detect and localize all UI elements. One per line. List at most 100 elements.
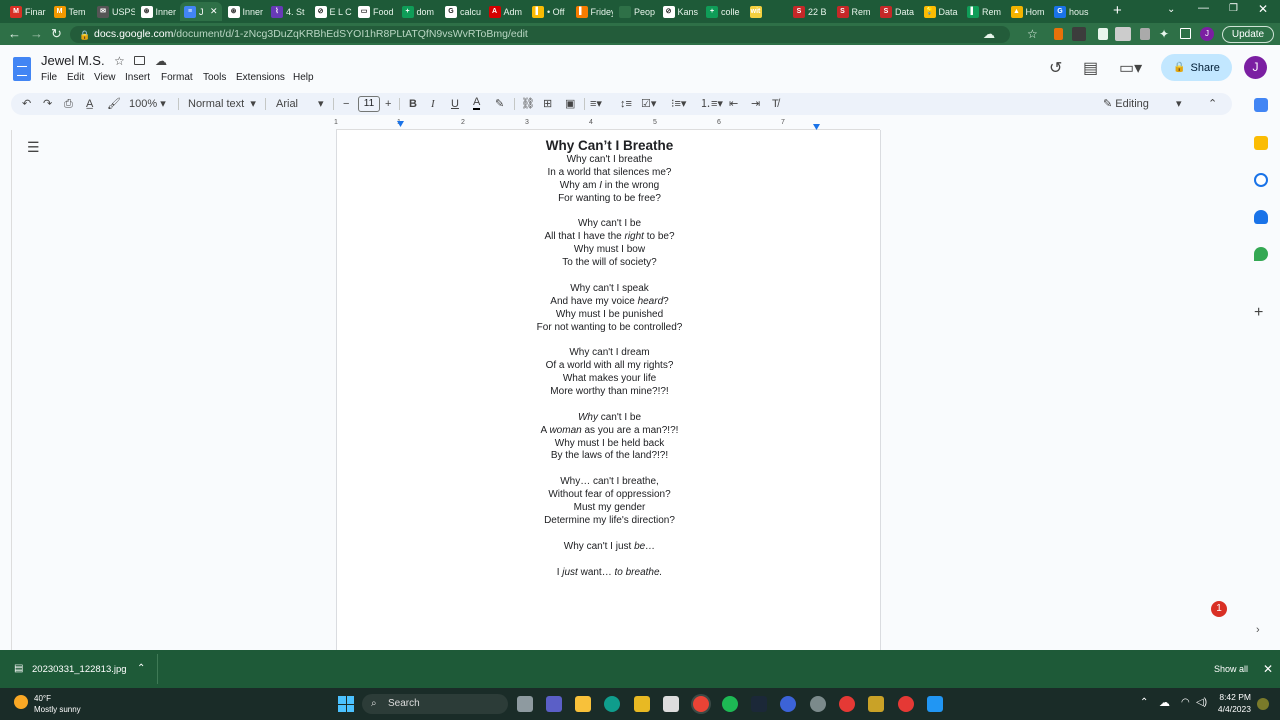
browser-tab[interactable]: A Adm (485, 2, 527, 21)
beta-extension-icon[interactable] (1072, 27, 1086, 41)
tab-search-icon[interactable]: ⌄ (1167, 4, 1175, 15)
editing-mode-select[interactable]: ✎ Editing (1103, 97, 1149, 111)
contacts-icon[interactable] (1254, 210, 1268, 224)
puzzle-icon[interactable]: ✦ (1159, 27, 1169, 41)
menu-file[interactable]: File (41, 72, 57, 83)
decrease-font-size-button[interactable]: − (343, 97, 349, 111)
account-avatar[interactable]: J (1244, 56, 1267, 79)
menu-insert[interactable]: Insert (125, 72, 150, 83)
horizontal-ruler[interactable]: 11234567 (334, 119, 880, 130)
browser-tab[interactable]: M Tem (50, 2, 92, 21)
close-window-icon[interactable]: ✕ (1258, 2, 1268, 16)
weather-temp[interactable]: 40°F (34, 694, 51, 703)
download-file-name[interactable]: 20230331_122813.jpg (32, 664, 127, 675)
extension-icon[interactable] (1140, 28, 1150, 40)
wifi-icon[interactable]: ◠ (1181, 697, 1190, 708)
forward-icon[interactable]: → (30, 27, 43, 41)
italic-icon[interactable]: I (431, 97, 435, 111)
browser-tab[interactable]: ▲ Hom (1007, 2, 1049, 21)
increase-indent-icon[interactable]: ⇥ (751, 97, 760, 111)
share-button[interactable]: 🔒 Share (1161, 54, 1232, 81)
paint-format-icon[interactable]: 🖌 (107, 97, 121, 111)
calendar-icon[interactable] (1254, 98, 1268, 112)
menu-extensions[interactable]: Extensions (236, 72, 285, 83)
checklist-icon[interactable]: ☑▾ (641, 97, 656, 111)
print-icon[interactable]: ⎙ (64, 97, 73, 111)
tasks-icon[interactable] (1254, 173, 1268, 187)
menu-view[interactable]: View (94, 72, 116, 83)
profile-avatar[interactable]: J (1200, 27, 1214, 41)
clock-time[interactable]: 8:42 PM (1213, 692, 1251, 702)
browser-tab[interactable]: S 22 B (789, 2, 831, 21)
browser-tab[interactable]: ⊛ Inner (224, 2, 266, 21)
style-select[interactable]: Normal text ▾ (188, 97, 256, 111)
align-icon[interactable]: ≡▾ (590, 97, 602, 111)
bookmark-star-icon[interactable]: ☆ (1027, 27, 1038, 41)
meet-icon[interactable]: ▭▾ (1119, 58, 1142, 78)
increase-font-size-button[interactable]: + (385, 97, 391, 111)
star-icon[interactable]: ☆ (114, 54, 125, 68)
address-bar[interactable]: 🔒 docs.google.com/document/d/1-zNcg3DuZq… (70, 26, 1010, 43)
undo-icon[interactable]: ↶ (22, 97, 31, 111)
browser-tab[interactable]: S Rem (833, 2, 875, 21)
zoom-select[interactable]: 100% ▾ (129, 97, 166, 111)
bold-icon[interactable]: B (409, 97, 417, 111)
browser-tab[interactable]: ✉ USPS (93, 2, 135, 21)
document-title[interactable]: Jewel M.S. (41, 53, 105, 68)
chevron-down-icon[interactable]: ▾ (1176, 97, 1182, 111)
chevron-right-icon[interactable]: › (1256, 624, 1260, 636)
taskbar-search[interactable]: ⌕ Search (362, 694, 508, 714)
menu-tools[interactable]: Tools (203, 72, 226, 83)
extension-icon[interactable] (1054, 28, 1063, 40)
windows-start-icon[interactable] (338, 696, 354, 712)
decrease-indent-icon[interactable]: ⇤ (729, 97, 738, 111)
bulleted-list-icon[interactable]: ⁝≡▾ (671, 97, 686, 111)
browser-tab[interactable]: ▌ • Off (528, 2, 570, 21)
spellcheck-icon[interactable]: A̲ (86, 97, 93, 111)
menu-help[interactable]: Help (293, 72, 314, 83)
browser-tab[interactable]: ⊛ Inner (137, 2, 179, 21)
browser-tab[interactable]: S Data (876, 2, 918, 21)
comments-icon[interactable]: ▤ (1083, 58, 1098, 78)
weather-desc[interactable]: Mostly sunny (34, 705, 81, 714)
clock-date[interactable]: 4/4/2023 (1205, 704, 1251, 714)
chrome-icon[interactable] (693, 696, 709, 712)
chevron-up-icon[interactable]: ⌃ (1140, 697, 1148, 708)
update-button[interactable]: Update (1222, 26, 1274, 43)
redo-icon[interactable]: ↷ (43, 97, 52, 111)
settings-gear-icon[interactable] (810, 696, 826, 712)
add-comment-icon[interactable]: ⊞ (543, 97, 552, 111)
browser-tab[interactable]: Gcalcu (441, 2, 483, 21)
notifications-icon[interactable] (1257, 698, 1269, 710)
store-icon[interactable] (663, 696, 679, 712)
teams-icon[interactable] (546, 696, 562, 712)
app-icon[interactable] (898, 696, 914, 712)
keep-icon[interactable] (1254, 136, 1268, 150)
browser-tab[interactable]: + colle (702, 2, 744, 21)
file-explorer-icon[interactable] (575, 696, 591, 712)
browser-tab[interactable]: Peop (615, 2, 657, 21)
browser-tab[interactable]: Ghous (1050, 2, 1092, 21)
browser-tab[interactable]: M Finar (6, 2, 48, 21)
insert-image-icon[interactable]: ▣ (565, 97, 575, 111)
browser-tab[interactable]: 💡 Data (920, 2, 962, 21)
move-folder-icon[interactable] (134, 56, 145, 65)
document-page[interactable]: Why Can’t I Breathe Why can't I breathe I… (336, 130, 881, 650)
app-icon[interactable] (780, 696, 796, 712)
onedrive-icon[interactable]: ☁ (1159, 696, 1170, 709)
underline-icon[interactable]: U (451, 97, 459, 111)
hide-menus-icon[interactable]: ⌃ (1208, 97, 1217, 111)
app-icon[interactable] (634, 696, 650, 712)
browser-tab[interactable]: ⊘ E L C (311, 2, 353, 21)
extension-icon[interactable] (1098, 28, 1108, 40)
clear-formatting-icon[interactable]: T̸ (772, 97, 779, 111)
weather-icon[interactable] (14, 695, 28, 709)
line-spacing-icon[interactable]: ↕≡ (620, 97, 632, 111)
close-tab-icon[interactable]: ✕ (210, 6, 218, 17)
notification-badge[interactable]: 1 (1211, 601, 1227, 617)
chevron-down-icon[interactable]: ▾ (318, 97, 324, 111)
steam-icon[interactable] (751, 696, 767, 712)
link-icon[interactable]: ⛓ (521, 97, 535, 111)
numbered-list-icon[interactable]: ⒈≡▾ (700, 97, 723, 111)
edge-icon[interactable] (604, 696, 620, 712)
